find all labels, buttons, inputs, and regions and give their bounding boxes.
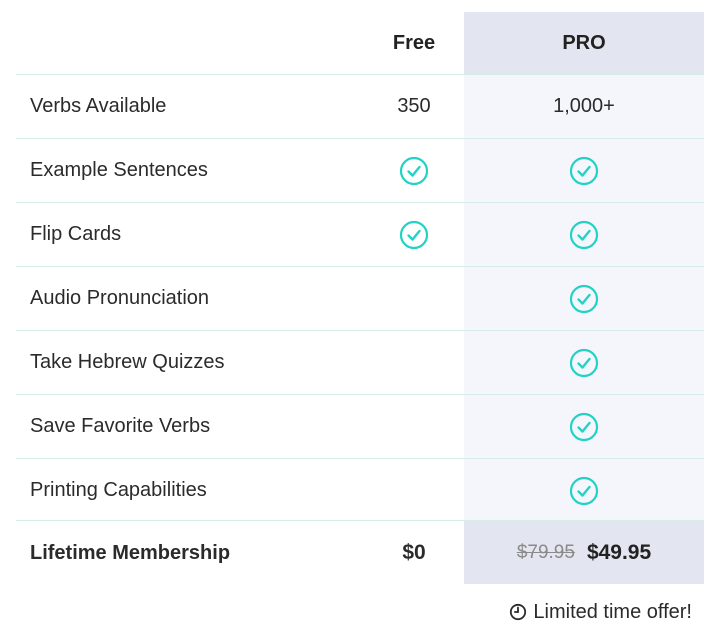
limited-offer: Limited time offer! (509, 596, 692, 628)
pro-value (464, 395, 704, 458)
pro-price: $49.95 (586, 541, 652, 564)
free-plan-heading: Free (392, 32, 436, 54)
free-value (364, 139, 464, 202)
check-circle-icon (399, 156, 429, 185)
pro-plan-heading: PRO (562, 32, 606, 54)
feature-row: Save Favorite Verbs (16, 394, 704, 458)
feature-label: Take Hebrew Quizzes (30, 351, 225, 373)
check-circle-icon (569, 476, 599, 505)
feature-row: Verbs Available 350 1,000+ (16, 74, 704, 138)
feature-label: Flip Cards (30, 223, 122, 245)
free-price: $0 (402, 541, 426, 564)
lifetime-membership-row: Lifetime Membership $0 $79.95 $49.95 (16, 520, 704, 585)
feature-label: Example Sentences (30, 159, 208, 181)
check-circle-icon (569, 220, 599, 249)
comparison-header: Free PRO (16, 12, 704, 74)
pro-value (464, 459, 704, 522)
feature-row: Audio Pronunciation (16, 266, 704, 330)
pro-value (464, 331, 704, 394)
feature-row: Printing Capabilities (16, 458, 704, 522)
pro-value (464, 139, 704, 202)
feature-label: Printing Capabilities (30, 479, 207, 501)
pro-price-cell: $79.95 $49.95 (464, 521, 704, 585)
row-label: Lifetime Membership (30, 542, 231, 564)
check-circle-icon (569, 156, 599, 185)
feature-label: Audio Pronunciation (30, 287, 210, 309)
feature-row: Example Sentences (16, 138, 704, 202)
feature-label: Verbs Available (30, 95, 167, 117)
pro-value (464, 267, 704, 330)
pro-value: 1,000+ (553, 95, 615, 117)
check-circle-icon (399, 220, 429, 249)
check-circle-icon (569, 284, 599, 313)
feature-row: Flip Cards (16, 202, 704, 266)
check-circle-icon (569, 412, 599, 441)
free-value (364, 203, 464, 266)
free-value: 350 (397, 95, 431, 117)
pro-old-price: $79.95 (516, 542, 575, 563)
check-circle-icon (569, 348, 599, 377)
pro-value (464, 203, 704, 266)
free-value (364, 267, 464, 330)
free-value (364, 395, 464, 458)
limited-offer-text: Limited time offer! (533, 600, 692, 623)
feature-label: Save Favorite Verbs (30, 415, 211, 437)
free-value (364, 331, 464, 394)
feature-row: Take Hebrew Quizzes (16, 330, 704, 394)
clock-icon (510, 603, 527, 621)
free-value (364, 459, 464, 522)
